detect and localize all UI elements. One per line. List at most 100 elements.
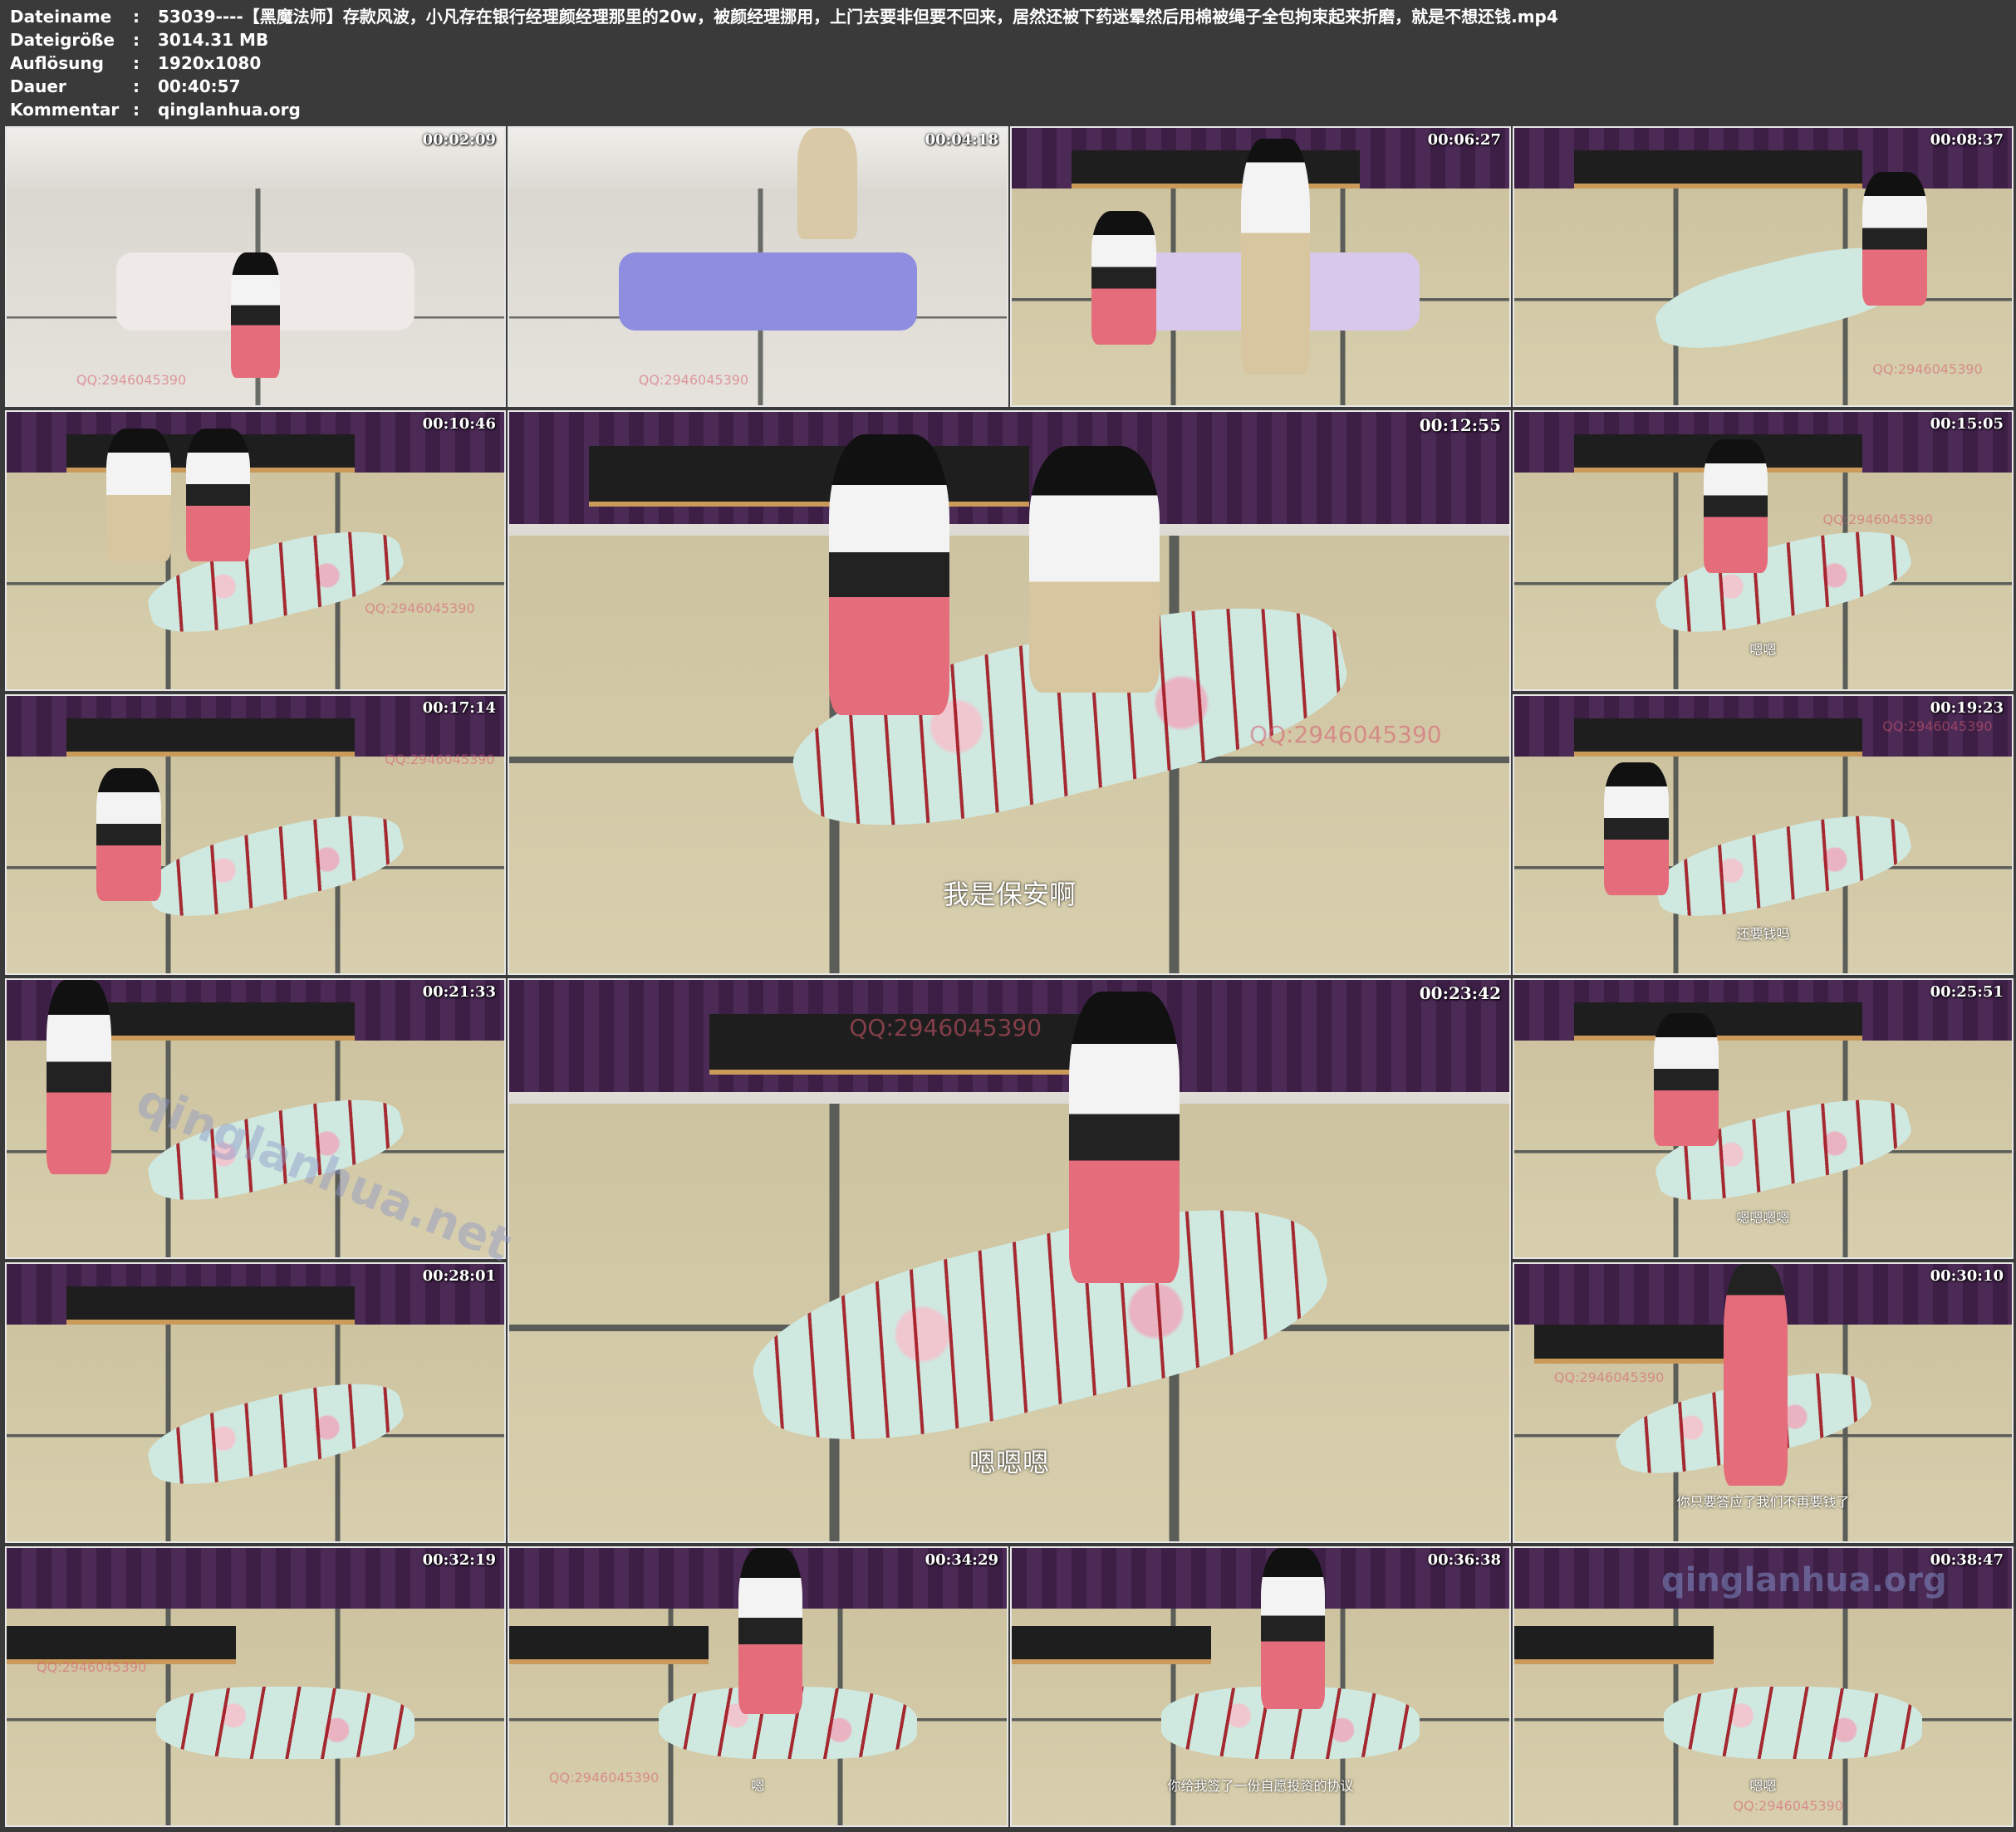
thumbnail-timestamp: 00:04:18 [925,131,998,149]
scene-person [1603,762,1669,896]
info-separator: : [133,76,140,96]
thumbnail-watermark: QQ:2946045390 [1882,718,1993,734]
scene-bench [1533,1325,1744,1364]
scene-person [1091,211,1156,345]
video-thumbnail[interactable]: 00:28:01 [5,1262,506,1543]
thumbnail-timestamp: 00:36:38 [1427,1551,1501,1569]
scene-bench [1012,1625,1211,1664]
info-separator: : [133,53,140,73]
info-row-filesize: Dateigröße : 3014.31 MB [10,28,1558,51]
video-thumbnail[interactable]: 00:06:27 [1010,126,1511,407]
video-thumbnail[interactable]: QQ:2946045390 你只要答应了我们不再要钱了 00:30:10 [1513,1262,2014,1543]
info-key: Kommentar [10,100,120,120]
video-thumbnail[interactable]: QQ:2946045390 00:17:14 [5,694,506,975]
thumbnail-timestamp: 00:23:42 [1419,983,1501,1003]
info-row-resolution: Auflösung : 1920x1080 [10,51,1558,75]
scene-person [829,434,949,716]
thumbnail-watermark: QQ:2946045390 [1822,512,1933,528]
scene-person [1862,172,1928,306]
video-thumbnail-large[interactable]: QQ:2946045390 我是保安啊 00:12:55 [508,410,1511,975]
thumbnail-subtitle: 嗯嗯嗯嗯 [1736,1210,1790,1227]
scene-bench [509,1625,709,1664]
video-thumbnail-large[interactable]: QQ:2946045390 嗯嗯嗯 00:23:42 [508,978,1511,1543]
video-thumbnail[interactable]: QQ:2946045390 还要钱吗 00:19:23 [1513,694,2014,975]
scene-person [797,128,858,239]
video-thumbnail[interactable]: QQ:2946045390 00:04:18 [508,126,1008,407]
thumbnail-timestamp: 00:30:10 [1930,1267,2004,1285]
thumbnail-timestamp: 00:21:33 [422,983,496,1001]
info-key: Auflösung [10,53,104,73]
thumbnail-watermark: QQ:2946045390 [365,600,475,617]
thumbnail-subtitle: 嗯嗯 [1749,642,1777,659]
scene-person [105,429,171,562]
scene-bench [589,445,1030,507]
thumbnail-watermark: QQ:2946045390 [1733,1797,1843,1814]
video-thumbnail[interactable]: 你给我签了一份自愿投资的协议 00:36:38 [1010,1546,1511,1827]
scene-person [1240,139,1311,375]
thumbnail-timestamp: 00:12:55 [1419,415,1501,435]
thumbnail-subtitle: 嗯嗯 [1749,1778,1777,1795]
info-separator: : [133,7,140,27]
scene-quilt [155,1687,415,1759]
scene-person [1653,1013,1719,1147]
thumbnail-watermark: QQ:2946045390 [1553,1369,1665,1385]
scene-person [1029,445,1160,693]
thumbnail-watermark: QQ:2946045390 [36,1658,147,1675]
thumbnail-watermark: QQ:2946045390 [638,371,749,388]
thumbnail-subtitle: 你只要答应了我们不再要钱了 [1676,1494,1850,1511]
scene-person [46,980,111,1174]
thumbnail-timestamp: 00:02:09 [422,131,496,149]
scene-bench [1573,149,1863,189]
info-key: Dateiname [10,7,112,27]
thumbnail-watermark: QQ:2946045390 [1248,720,1442,748]
thumbnail-timestamp: 00:15:05 [1930,415,2004,433]
thumbnail-timestamp: 00:34:29 [925,1551,998,1569]
info-value-resolution: 1920x1080 [158,53,262,73]
scene-bench [1573,718,1863,757]
thumbnail-timestamp: 00:28:01 [422,1267,496,1285]
video-thumbnail[interactable]: QQ:2946045390 00:10:46 [5,410,506,691]
thumbnail-timestamp: 00:19:23 [1930,699,2004,717]
thumbnail-watermark: QQ:2946045390 [1872,360,1983,377]
thumbnail-watermark: QQ:2946045390 [385,751,495,767]
video-thumbnail[interactable]: QQ:2946045390 嗯 00:34:29 [508,1546,1008,1827]
video-thumbnail[interactable]: 嗯嗯嗯嗯 00:25:51 [1513,978,2014,1259]
scene-rug [618,252,918,331]
scene-bench [1573,1002,1863,1041]
scene-person [1723,1264,1788,1487]
overlay-watermark: qinglanhua.org [1661,1561,1947,1599]
video-thumbnail[interactable]: QQ:2946045390 嗯嗯 00:15:05 [1513,410,2014,691]
thumbnail-timestamp: 00:17:14 [422,699,496,717]
scene-person [185,429,251,562]
file-info-header: Dateiname : 53039----【黑魔法师】存款风波，小凡存在银行经理… [10,5,1558,121]
thumbnail-timestamp: 00:08:37 [1930,131,2004,149]
thumbnail-subtitle: 嗯 [751,1778,765,1795]
thumbnail-timestamp: 00:32:19 [422,1551,496,1569]
info-row-duration: Dauer : 00:40:57 [10,75,1558,98]
scene-person [1703,439,1768,573]
scene-person [738,1548,803,1715]
video-thumbnail[interactable]: QQ:2946045390 00:32:19 [5,1546,506,1827]
info-value-duration: 00:40:57 [158,76,241,96]
video-thumbnail[interactable]: QQ:2946045390 00:02:09 [5,126,506,407]
info-separator: : [133,30,140,50]
scene-person [1069,991,1180,1284]
info-key: Dateigröße [10,30,115,50]
info-value-filesize: 3014.31 MB [158,30,269,50]
thumbnail-timestamp: 00:25:51 [1930,983,2004,1001]
thumbnail-timestamp: 00:06:27 [1427,131,1501,149]
info-row-filename: Dateiname : 53039----【黑魔法师】存款风波，小凡存在银行经理… [10,5,1558,28]
info-separator: : [133,100,140,120]
thumbnail-watermark: QQ:2946045390 [849,1013,1042,1041]
scene-bench [66,718,356,757]
thumbnail-timestamp: 00:10:46 [422,415,496,433]
scene-bench [1514,1625,1714,1664]
scene-person [230,252,281,378]
scene-quilt [1663,1687,1923,1759]
scene-bench [1071,149,1361,189]
info-value-comment: qinglanhua.org [158,100,301,120]
scene-bench [66,1286,356,1325]
video-thumbnail[interactable]: QQ:2946045390 00:08:37 [1513,126,2014,407]
info-key: Dauer [10,76,66,96]
thumbnail-watermark: QQ:2946045390 [76,371,187,388]
